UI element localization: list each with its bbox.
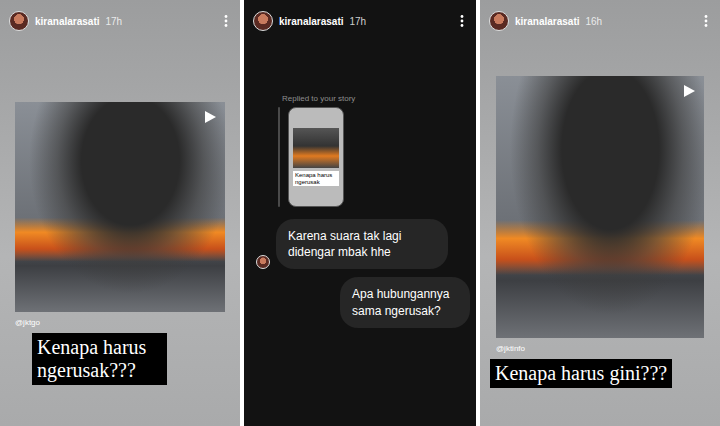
chat-panel: kiranalarasati 17h Replied to your story Ke…	[244, 0, 476, 426]
story-reply: Kenapa harus ngerusak	[244, 107, 476, 207]
story-header: kiranalarasati 17h	[0, 0, 240, 32]
message-row: Apa hubungannya sama ngerusak?	[256, 277, 470, 327]
time: 16h	[586, 16, 695, 27]
username[interactable]: kiranalarasati	[35, 16, 100, 27]
avatar[interactable]	[9, 11, 29, 31]
story-caption: Kenapa harus gini???	[490, 359, 672, 388]
time: 17h	[106, 16, 215, 27]
story-strip: kiranalarasati 17h @jktgo Kenapa harus nger…	[0, 0, 720, 426]
chat-body: Replied to your story Kenapa harus ngerus…	[244, 32, 476, 328]
time: 17h	[350, 16, 451, 27]
avatar[interactable]	[489, 11, 509, 31]
story-panel: kiranalarasati 16h @jktinfo Kenapa harus gi…	[480, 0, 720, 426]
story-header: kiranalarasati 17h	[244, 0, 476, 32]
story-body: @jktinfo	[480, 32, 720, 353]
message-row: Karena suara tak lagi didengar mbak hhe	[256, 219, 470, 269]
photo-source: @jktinfo	[496, 344, 704, 353]
story-photo[interactable]	[15, 102, 225, 312]
photo-source: @jktgo	[15, 318, 225, 327]
more-options-icon[interactable]	[700, 14, 712, 28]
story-photo[interactable]	[496, 76, 704, 338]
story-panel: kiranalarasati 17h @jktgo Kenapa harus nger…	[0, 0, 240, 426]
story-caption: Kenapa harus ngerusak???	[32, 333, 167, 385]
reply-label: Replied to your story	[282, 94, 476, 103]
username[interactable]: kiranalarasati	[279, 16, 344, 27]
story-body: @jktgo	[0, 32, 240, 327]
message-bubble: Karena suara tak lagi didengar mbak hhe	[276, 219, 448, 269]
play-icon[interactable]	[203, 110, 217, 124]
sender-avatar	[256, 255, 270, 269]
story-header: kiranalarasati 16h	[480, 0, 720, 32]
more-options-icon[interactable]	[220, 14, 232, 28]
story-thumbnail[interactable]: Kenapa harus ngerusak	[288, 107, 344, 207]
message-bubble: Apa hubungannya sama ngerusak?	[340, 277, 470, 327]
thumbnail-photo	[293, 128, 339, 168]
thumbnail-caption: Kenapa harus ngerusak	[293, 171, 339, 186]
play-icon[interactable]	[682, 84, 696, 98]
username[interactable]: kiranalarasati	[515, 16, 580, 27]
avatar[interactable]	[253, 11, 273, 31]
reply-line	[278, 107, 280, 207]
message-list: Karena suara tak lagi didengar mbak hhe A…	[244, 207, 476, 328]
more-options-icon[interactable]	[456, 14, 468, 28]
